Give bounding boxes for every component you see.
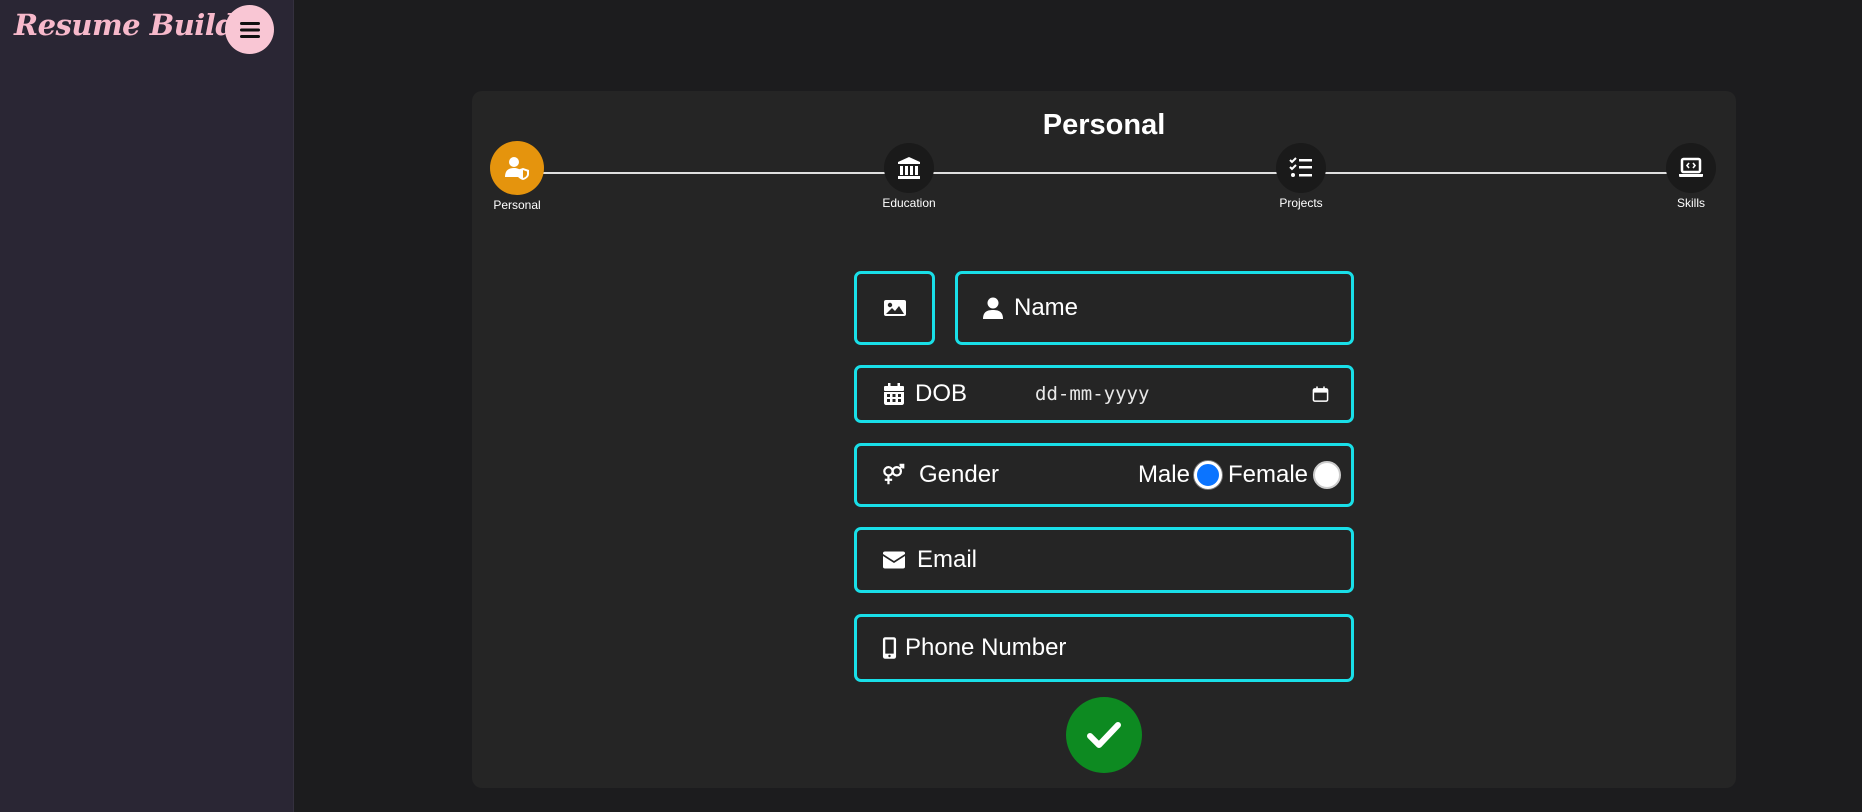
phone-input[interactable]: [905, 634, 1351, 662]
menu-toggle-button[interactable]: [225, 5, 274, 54]
institution-icon: [898, 157, 920, 179]
photo-upload-button[interactable]: [854, 271, 935, 345]
phone-field[interactable]: [854, 614, 1354, 682]
step-label-personal: Personal: [493, 198, 541, 212]
dob-label: DOB: [915, 380, 968, 407]
user-icon: [983, 297, 1003, 319]
step-education[interactable]: Education: [869, 143, 949, 210]
calendar-icon: [884, 383, 904, 405]
laptop-code-icon: [1679, 157, 1703, 177]
mobile-phone-icon: [882, 637, 896, 659]
dob-field[interactable]: DOB dd-mm-yyyy: [854, 365, 1354, 423]
gender-female-radio[interactable]: [1313, 461, 1341, 489]
user-shield-icon: [505, 157, 529, 180]
page-title: Personal: [1042, 109, 1166, 141]
step-skills[interactable]: Skills: [1651, 143, 1731, 210]
gender-option-female-label: Female: [1227, 461, 1308, 488]
step-label-education: Education: [882, 196, 936, 210]
name-field[interactable]: [955, 271, 1354, 345]
image-icon: [883, 300, 906, 316]
name-input[interactable]: [1014, 294, 1351, 322]
venus-mars-icon: [883, 463, 905, 485]
email-input[interactable]: [917, 546, 1351, 574]
form-card: Personal Personal Education Projects Ski…: [472, 91, 1736, 788]
gender-field: Gender Male Female: [854, 443, 1354, 507]
stepper-track: [516, 172, 1695, 174]
dob-input[interactable]: dd-mm-yyyy: [1035, 383, 1312, 405]
gender-option-male-label: Male: [1137, 461, 1190, 488]
step-personal[interactable]: Personal: [477, 141, 557, 212]
email-field[interactable]: [854, 527, 1354, 593]
calendar-picker-icon[interactable]: [1312, 385, 1329, 403]
envelope-icon: [883, 551, 905, 569]
step-label-skills: Skills: [1676, 196, 1705, 210]
submit-button[interactable]: [1066, 697, 1142, 773]
gender-male-radio[interactable]: [1193, 461, 1222, 489]
hamburger-menu-icon: [239, 21, 260, 38]
sidebar: Resume Builder: [0, 0, 294, 812]
step-label-projects: Projects: [1279, 196, 1323, 210]
gender-label: Gender: [919, 461, 1000, 488]
tasks-list-icon: [1289, 157, 1312, 177]
step-projects[interactable]: Projects: [1261, 143, 1341, 210]
checkmark-icon: [1087, 722, 1121, 748]
